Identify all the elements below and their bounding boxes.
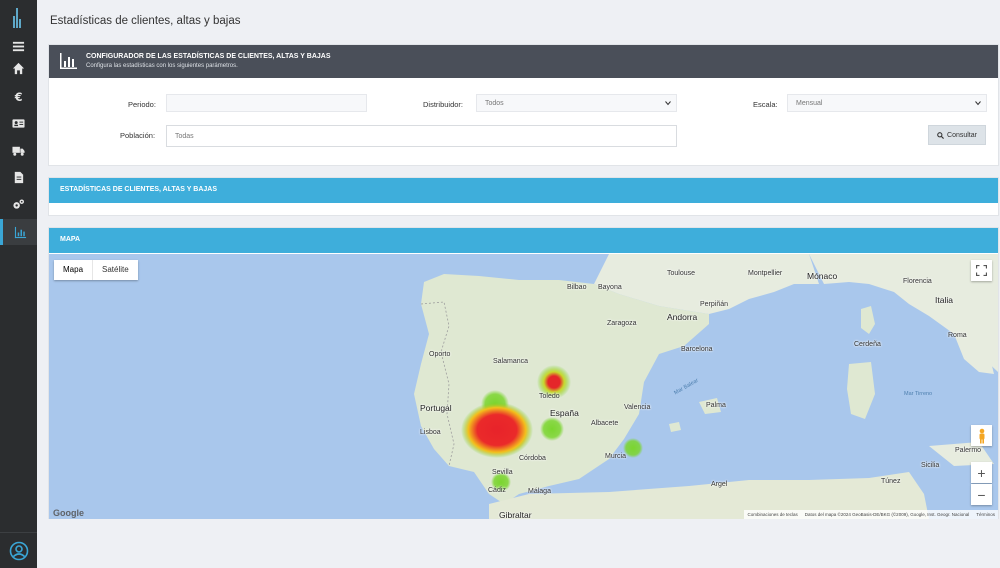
pegman-icon	[979, 428, 984, 443]
map-label: Cerdeña	[854, 341, 881, 348]
map-label: Roma	[948, 332, 967, 339]
keyboard-shortcuts-link[interactable]: Combinaciones de teclas	[747, 512, 797, 517]
map-label: Toledo	[539, 393, 560, 400]
fullscreen-icon	[976, 265, 987, 276]
map-label: Bayona	[598, 284, 622, 291]
map-type-satelite-button[interactable]: Satélite	[93, 260, 138, 280]
map[interactable]: Portugal España Andorra Mónaco Italia Gi…	[49, 254, 998, 519]
fullscreen-button[interactable]	[971, 260, 992, 281]
map-label: Sevilla	[492, 469, 513, 476]
poblacion-label: Población:	[120, 131, 156, 140]
map-label: Valencia	[624, 404, 651, 411]
config-panel-header: CONFIGURADOR DE LAS ESTADÍSTICAS DE CLIE…	[49, 45, 998, 78]
map-label: Salamanca	[493, 358, 529, 365]
map-label: Sicilia	[921, 462, 940, 469]
distribuidor-value: Todos	[485, 100, 504, 107]
map-label: Cádiz	[488, 487, 506, 494]
map-label: Málaga	[528, 488, 551, 495]
google-logo: Google	[53, 508, 84, 518]
home-icon[interactable]	[0, 55, 37, 81]
svg-text:€: €	[14, 91, 23, 103]
map-label: Córdoba	[519, 455, 546, 462]
map-label: Murcia	[605, 453, 627, 460]
map-label: Oporto	[429, 351, 451, 358]
document-icon[interactable]	[0, 164, 37, 190]
periodo-input[interactable]	[166, 94, 367, 112]
map-label: Italia	[935, 295, 953, 305]
map-label: Mónaco	[807, 271, 838, 281]
map-label: Albacete	[591, 420, 619, 427]
map-label: Perpiñán	[700, 301, 729, 308]
map-panel-title: MAPA	[49, 228, 998, 253]
map-panel: MAPA Portugal España Andorra Mónaco Ital…	[48, 227, 999, 519]
zoom-in-button[interactable]: +	[971, 462, 992, 483]
stats-panel: ESTADÍSTICAS DE CLIENTES, ALTAS Y BAJAS	[48, 177, 999, 216]
config-panel-subtitle: Configura las estadísticas con los sigui…	[86, 63, 238, 69]
map-label: Argel	[711, 481, 728, 488]
map-label: Montpellier	[748, 270, 783, 277]
periodo-label: Periodo:	[128, 100, 156, 109]
gears-icon[interactable]	[0, 191, 37, 217]
map-label: Toulouse	[667, 270, 696, 277]
stats-panel-title: ESTADÍSTICAS DE CLIENTES, ALTAS Y BAJAS	[49, 178, 998, 203]
map-data-text: Datos del mapa ©2024 GeoBasis-DE/BKG (©2…	[804, 512, 970, 517]
chevron-down-icon	[975, 101, 981, 106]
map-label: Gibraltar	[499, 510, 532, 519]
bar-chart-icon[interactable]	[0, 219, 37, 245]
escala-value: Mensual	[796, 100, 823, 107]
config-panel-title: CONFIGURADOR DE LAS ESTADÍSTICAS DE CLIE…	[86, 53, 331, 60]
map-label: Mar Tirreno	[904, 391, 933, 397]
map-label: Florencia	[903, 278, 932, 285]
escala-select[interactable]: Mensual	[787, 94, 987, 112]
user-profile-icon[interactable]	[0, 532, 37, 568]
sidebar: €	[0, 0, 37, 568]
chevron-down-icon	[665, 101, 671, 106]
map-label: Andorra	[667, 312, 698, 322]
map-label: Bilbao	[567, 284, 587, 291]
map-label: Zaragoza	[607, 320, 637, 327]
bar-chart-icon	[60, 53, 77, 69]
map-type-mapa-button[interactable]: Mapa	[54, 260, 94, 280]
euro-icon[interactable]: €	[0, 83, 37, 109]
logo	[13, 8, 23, 28]
map-label: Portugal	[420, 403, 452, 413]
consultar-button[interactable]: Consultar	[928, 125, 986, 145]
page-title: Estadísticas de clientes, altas y bajas	[50, 15, 241, 27]
escala-label: Escala:	[753, 100, 778, 109]
distribuidor-label: Distribuidor:	[423, 100, 464, 109]
map-background	[49, 254, 998, 519]
map-label: España	[550, 408, 579, 418]
map-label: Lisboa	[420, 429, 441, 436]
consultar-label: Consultar	[947, 131, 977, 139]
search-icon	[937, 131, 944, 139]
map-label: Túnez	[881, 478, 901, 485]
map-label: Barcelona	[681, 346, 713, 353]
distribuidor-select[interactable]: Todos	[476, 94, 677, 112]
config-panel: CONFIGURADOR DE LAS ESTADÍSTICAS DE CLIE…	[48, 44, 999, 166]
poblacion-input[interactable]: Todas	[166, 125, 677, 147]
zoom-out-button[interactable]: −	[971, 484, 992, 505]
map-attribution: Combinaciones de teclas Datos del mapa ©…	[744, 510, 998, 519]
terms-link[interactable]: Términos	[976, 512, 995, 517]
id-card-icon[interactable]	[0, 110, 37, 136]
map-type-toggle: Mapa Satélite	[54, 260, 138, 280]
map-label: Palermo	[955, 447, 982, 454]
street-view-pegman[interactable]	[971, 425, 992, 446]
truck-icon[interactable]	[0, 137, 37, 163]
map-label: Palma	[706, 402, 726, 409]
